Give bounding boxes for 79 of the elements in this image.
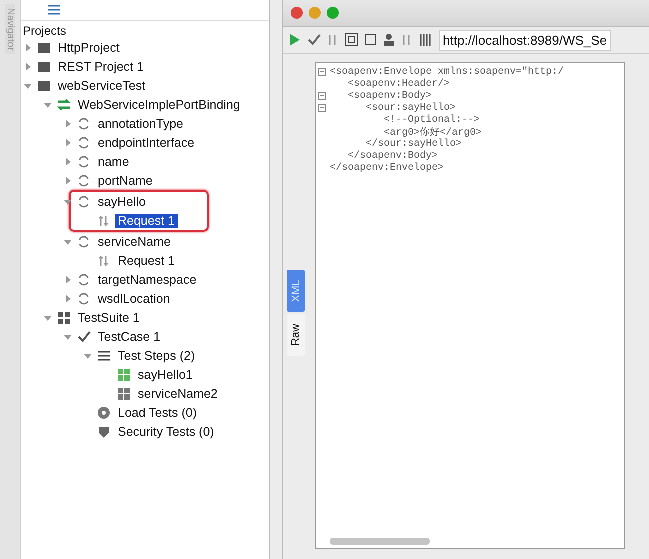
tree-item[interactable]: Request 1: [115, 214, 178, 228]
scrollbar[interactable]: [330, 538, 430, 545]
tree-item[interactable]: portName: [95, 174, 156, 188]
code-line: <soapenv:Envelope xmlns:soapenv="http:/: [330, 66, 564, 78]
expand-arrow-icon[interactable]: [23, 42, 33, 52]
check-icon[interactable]: [307, 33, 321, 47]
maximize-icon[interactable]: [327, 7, 339, 19]
code-line: </soapenv:Body>: [347, 150, 438, 162]
tree-item[interactable]: serviceName2: [135, 386, 221, 400]
editor-tab[interactable]: Raw: [287, 314, 305, 356]
tree-item[interactable]: TestCase 1: [95, 330, 164, 344]
tree-item[interactable]: sayHello: [95, 194, 149, 208]
folder-icon: [37, 78, 51, 92]
tree-item[interactable]: Test Steps (2): [115, 348, 198, 362]
list-icon: [97, 348, 111, 362]
gauge-icon: [97, 406, 111, 420]
arrows-icon: [57, 98, 71, 112]
play-icon[interactable]: [289, 33, 301, 47]
request-icon[interactable]: [327, 33, 339, 47]
tree-item[interactable]: name: [95, 154, 132, 168]
grid-icon: [57, 310, 71, 324]
barcode-icon[interactable]: [419, 33, 433, 47]
tree-item[interactable]: WebServiceImplePortBinding: [75, 98, 244, 112]
expand-icon[interactable]: [345, 33, 359, 47]
tree-item[interactable]: Security Tests (0): [115, 424, 218, 438]
tree-item[interactable]: REST Project 1: [55, 60, 147, 74]
cycle-icon: [77, 272, 91, 286]
cycle-icon: [77, 136, 91, 150]
expand-arrow-icon[interactable]: [63, 294, 73, 304]
folder-icon: [37, 60, 51, 74]
step-icon: [117, 386, 131, 400]
expand-arrow-icon[interactable]: [23, 62, 33, 72]
list-icon[interactable]: [47, 4, 61, 16]
cycle-icon: [77, 292, 91, 306]
code-line: <soapenv:Body>: [347, 90, 432, 102]
tree-item[interactable]: Load Tests (0): [115, 406, 200, 420]
tree-item[interactable]: sayHello1: [135, 368, 196, 382]
code-line: <arg0>你好</arg0>: [384, 126, 482, 139]
expand-arrow-icon[interactable]: [63, 176, 73, 186]
tree-item[interactable]: targetNamespace: [95, 272, 200, 286]
request-icon: [97, 254, 111, 268]
person-icon[interactable]: [383, 33, 395, 47]
tree-item[interactable]: webServiceTest: [55, 78, 149, 92]
tree-item[interactable]: endpointInterface: [95, 136, 198, 150]
tree-item[interactable]: Request 1: [115, 254, 178, 268]
square-icon[interactable]: [365, 34, 377, 46]
tree-item[interactable]: wsdlLocation: [95, 292, 174, 306]
expand-arrow-icon[interactable]: [63, 156, 73, 166]
code-line: </soapenv:Envelope>: [330, 162, 444, 174]
tree-item[interactable]: annotationType: [95, 116, 186, 130]
code-line: <sour:sayHello>: [365, 102, 456, 114]
folder-icon: [37, 40, 51, 54]
minimize-icon[interactable]: [309, 7, 321, 19]
tree-item[interactable]: TestSuite 1: [75, 310, 143, 324]
cycle-icon: [77, 234, 91, 248]
fold-icon[interactable]: [318, 68, 326, 76]
cycle-icon: [77, 194, 91, 208]
cycle-icon: [77, 116, 91, 130]
check-icon: [77, 330, 91, 344]
xml-editor[interactable]: <soapenv:Envelope xmlns:soapenv="http:/ <soapenv:Header/> <soapenv:Body> <sour:sayHello> <!--Optional:--> <arg0>你好</arg0> </sour:sayHello> </soapenv:Body> </soapenv:Envelope>: [315, 62, 625, 549]
tree-item[interactable]: serviceName: [95, 234, 174, 248]
close-icon[interactable]: [291, 7, 303, 19]
code-line: </sour:sayHello>: [365, 138, 462, 150]
expand-arrow-icon[interactable]: [63, 118, 73, 128]
fold-icon[interactable]: [318, 104, 326, 112]
cycle-icon: [77, 154, 91, 168]
fold-icon[interactable]: [318, 92, 326, 100]
endpoint-field[interactable]: http://localhost:8989/WS_Se: [439, 30, 612, 50]
step-icon: [117, 368, 131, 382]
projects-title: Projects: [22, 23, 68, 38]
tree-item[interactable]: HttpProject: [55, 40, 123, 54]
request-icon[interactable]: [401, 33, 413, 47]
code-line: <soapenv:Header/>: [347, 78, 450, 90]
request-icon: [97, 214, 111, 228]
cycle-icon: [77, 174, 91, 188]
expand-arrow-icon[interactable]: [63, 138, 73, 148]
shield-icon: [97, 424, 111, 438]
code-line: <!--Optional:-->: [383, 114, 480, 126]
expand-arrow-icon[interactable]: [63, 274, 73, 284]
